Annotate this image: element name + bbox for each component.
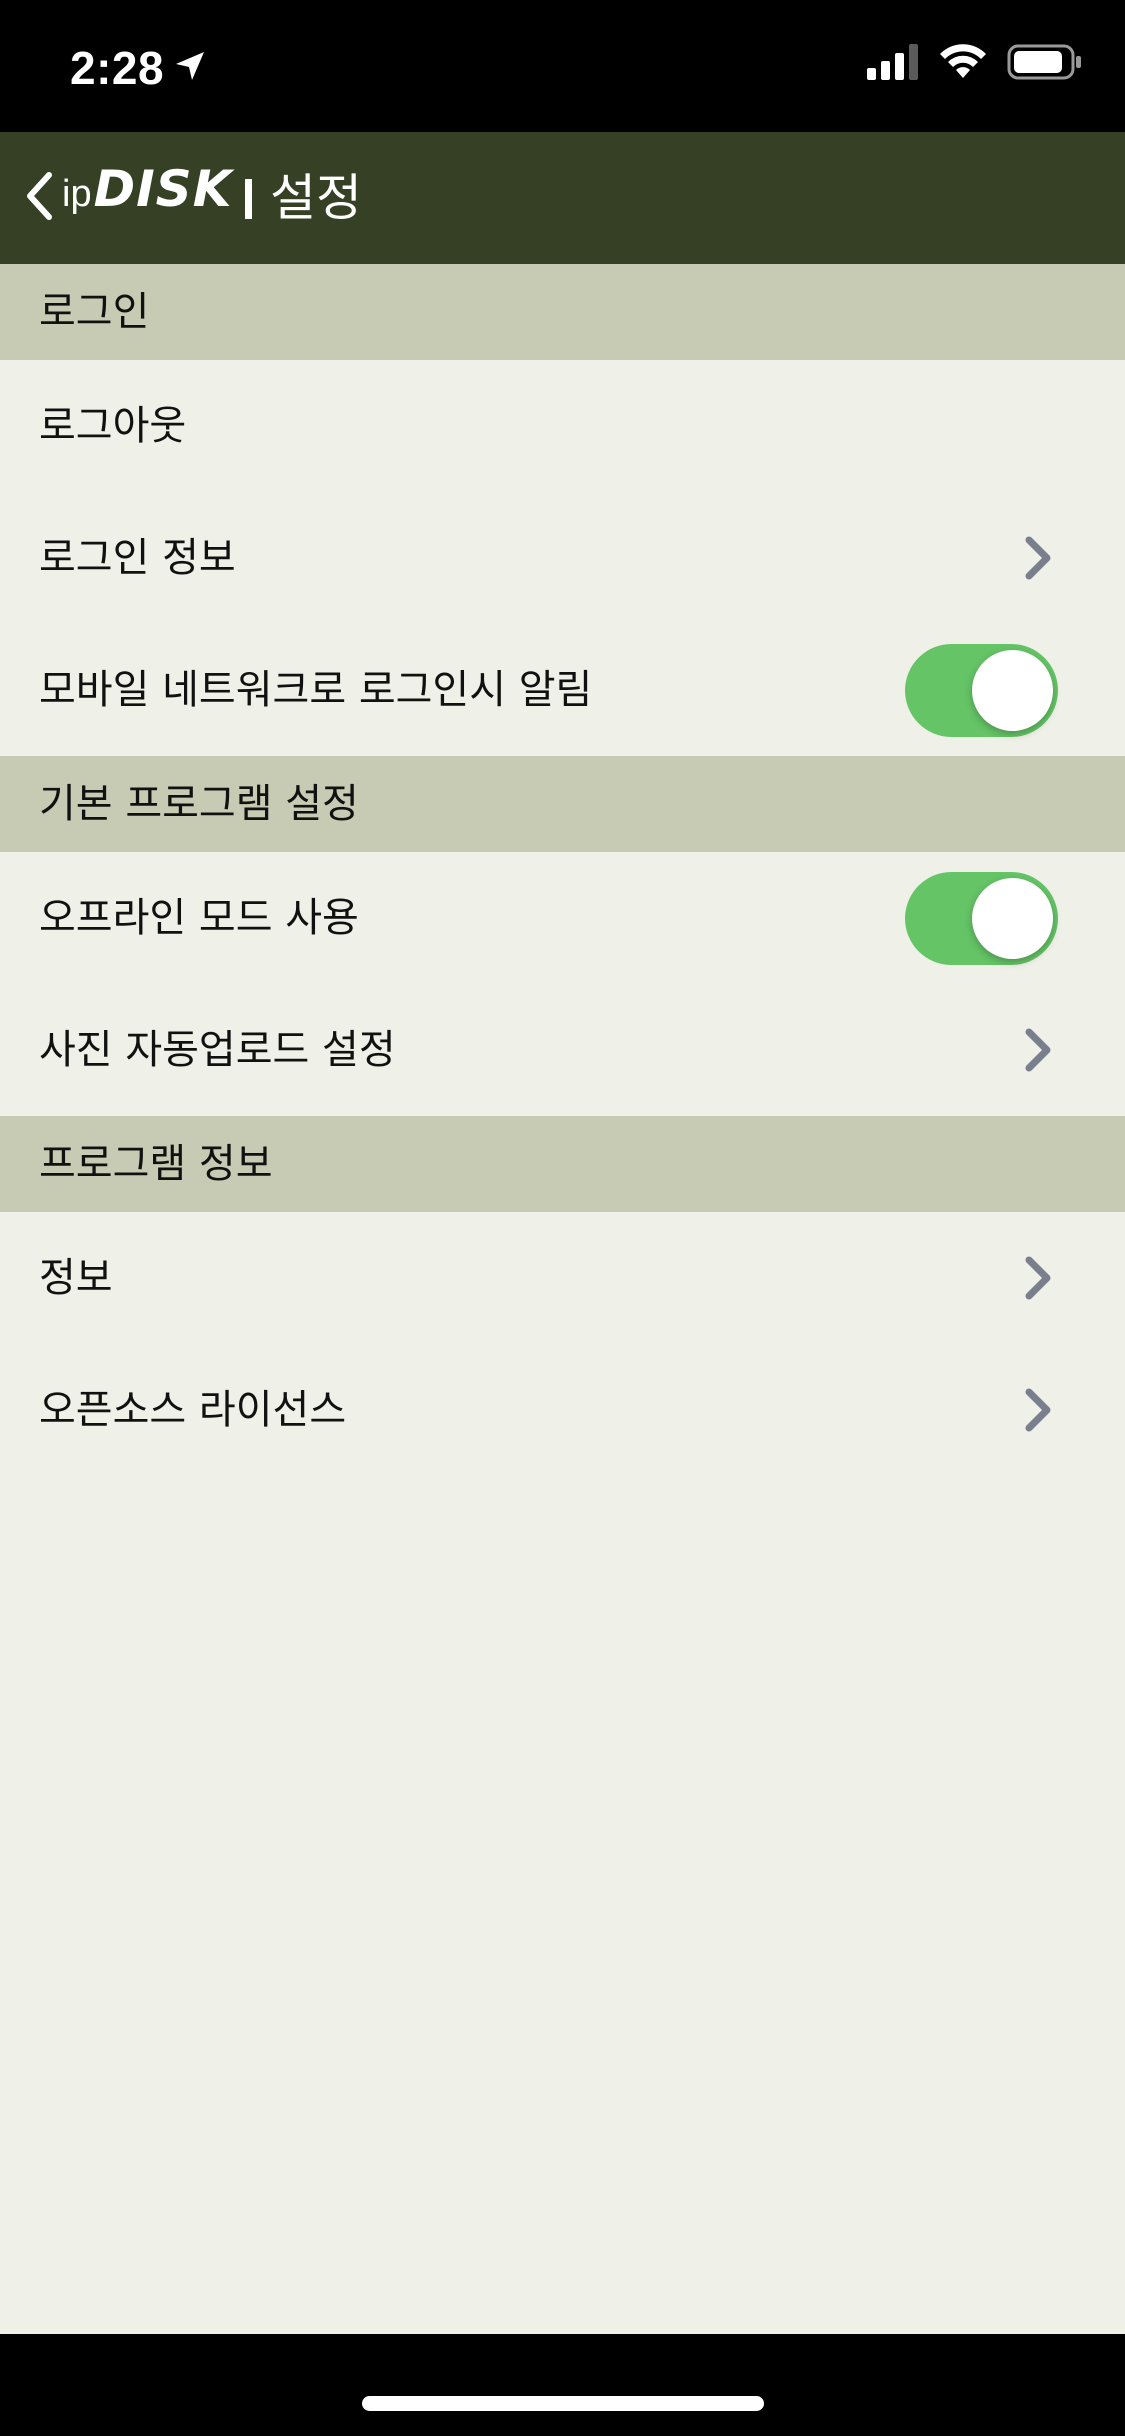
battery-icon: [1007, 44, 1083, 84]
chevron-right-icon: [1021, 534, 1055, 582]
row-info[interactable]: 정보: [0, 1212, 1125, 1344]
section-header-label: 기본 프로그램 설정: [39, 781, 359, 827]
row-label: 사진 자동업로드 설정: [39, 1027, 396, 1073]
section-header-login: 로그인: [0, 264, 1125, 360]
row-login-info[interactable]: 로그인 정보: [0, 492, 1125, 624]
cellular-signal-icon: [867, 44, 919, 84]
status-time-group: 2:28: [70, 38, 206, 98]
navigation-bar: ip DISK 설정: [0, 132, 1125, 264]
chevron-right-icon: [1021, 1386, 1055, 1434]
section-header-label: 로그인: [39, 289, 150, 335]
logo-ip-text: ip: [62, 173, 92, 215]
toggle-knob: [972, 878, 1053, 959]
status-time: 2:28: [70, 42, 165, 94]
location-arrow-icon: [174, 50, 206, 86]
nav-divider: [245, 179, 252, 219]
row-label: 오픈소스 라이선스: [39, 1387, 347, 1433]
row-label: 로그아웃: [39, 403, 187, 449]
row-photo-auto-upload[interactable]: 사진 자동업로드 설정: [0, 984, 1125, 1116]
row-mobile-network-login-alert: 모바일 네트워크로 로그인시 알림: [0, 624, 1125, 756]
section-header-default-program: 기본 프로그램 설정: [0, 756, 1125, 852]
chevron-right-icon: [1021, 1254, 1055, 1302]
page-title: 설정: [270, 169, 362, 227]
mobile-network-alert-toggle[interactable]: [905, 644, 1058, 737]
chevron-left-icon: [24, 171, 54, 225]
row-label: 모바일 네트워크로 로그인시 알림: [39, 667, 593, 713]
settings-list: 로그인 로그아웃 로그인 정보 모바일 네트워크로 로그인시 알림 기본 프로그…: [0, 264, 1125, 2334]
row-label: 오프라인 모드 사용: [39, 895, 359, 941]
toggle-knob: [972, 650, 1053, 731]
logo-disk-text: DISK: [93, 160, 233, 218]
wifi-icon: [939, 44, 987, 84]
status-indicators: [867, 44, 1083, 84]
row-label: 로그인 정보: [39, 535, 236, 581]
row-offline-mode: 오프라인 모드 사용: [0, 852, 1125, 984]
row-label: 정보: [39, 1255, 113, 1301]
ipdisk-logo: ip DISK: [62, 160, 232, 236]
section-header-label: 프로그램 정보: [39, 1141, 273, 1187]
home-indicator-area: [0, 2334, 1125, 2436]
section-header-program-info: 프로그램 정보: [0, 1116, 1125, 1212]
row-logout[interactable]: 로그아웃: [0, 360, 1125, 492]
chevron-right-icon: [1021, 1026, 1055, 1074]
back-button[interactable]: [14, 168, 64, 228]
row-open-source-licenses[interactable]: 오픈소스 라이선스: [0, 1344, 1125, 1476]
offline-mode-toggle[interactable]: [905, 872, 1058, 965]
status-bar: 2:28: [0, 0, 1125, 132]
home-indicator[interactable]: [362, 2396, 764, 2411]
